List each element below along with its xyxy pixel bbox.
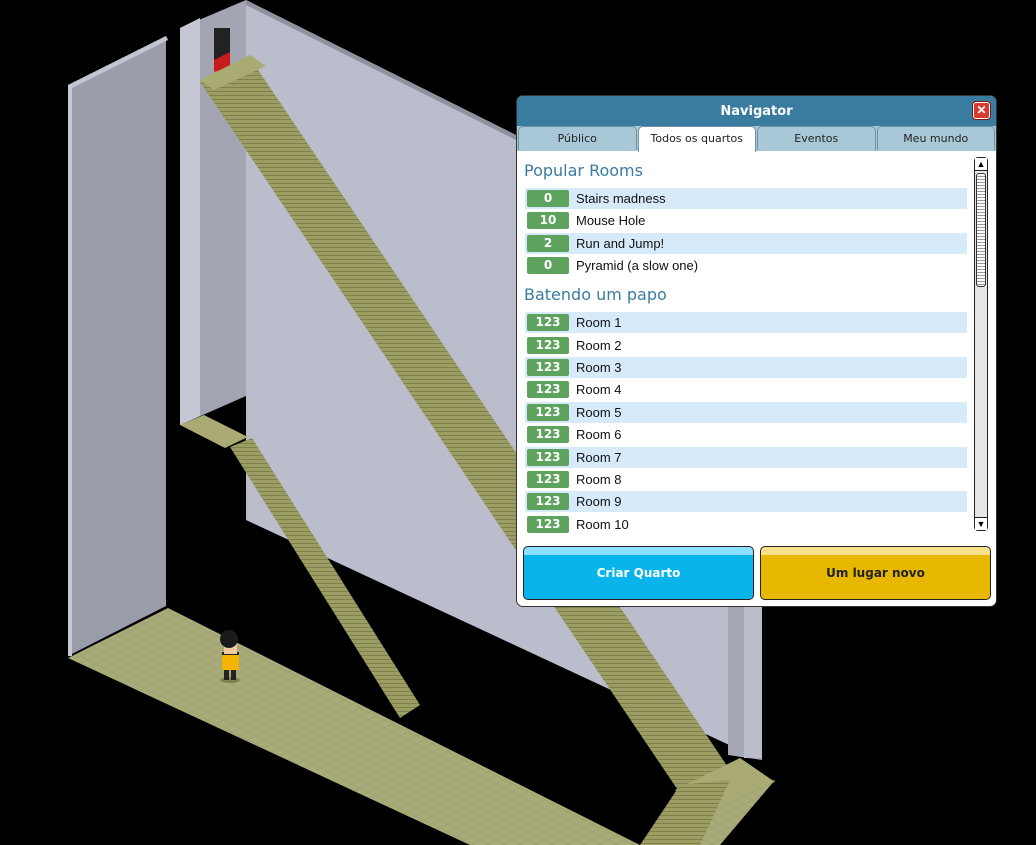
tab-publico[interactable]: Público [518, 126, 637, 150]
user-count-badge: 123 [527, 403, 569, 421]
left-wall [68, 36, 166, 656]
user-count-badge: 123 [527, 426, 569, 444]
room-row[interactable]: 10 Mouse Hole [525, 210, 967, 231]
user-count-badge: 123 [527, 314, 569, 332]
navigator-tabs: Público Todos os quartos Eventos Meu mun… [517, 126, 996, 152]
room-row[interactable]: 123 Room 7 [525, 446, 967, 468]
room-row[interactable]: 123 Room 10 [525, 514, 967, 533]
room-name: Room 8 [576, 471, 622, 487]
room-name: Room 7 [576, 449, 622, 465]
room-list-scrollbar[interactable]: ▲ ▼ [974, 157, 988, 531]
close-icon[interactable]: ✕ [972, 101, 991, 120]
room-name: Room 5 [576, 404, 622, 420]
room-name: Room 6 [576, 427, 622, 443]
user-count-badge: 0 [527, 257, 569, 275]
tab-eventos[interactable]: Eventos [757, 126, 876, 150]
section-title-batendo-um-papo: Batendo um papo [524, 285, 667, 305]
room-row[interactable]: 123 Room 9 [525, 491, 967, 513]
new-place-button[interactable]: Um lugar novo [760, 546, 991, 600]
navigator-header[interactable]: Navigator ✕ [517, 96, 996, 126]
center-pillar-face [180, 18, 200, 425]
navigator-window[interactable]: Navigator ✕ Público Todos os quartos Eve… [516, 95, 997, 607]
room-row[interactable]: 123 Room 8 [525, 469, 967, 490]
room-row[interactable]: 123 Room 1 [525, 312, 967, 334]
room-name: Room 9 [576, 494, 622, 510]
user-count-badge: 2 [527, 234, 569, 252]
user-count-badge: 10 [527, 212, 569, 230]
user-count-badge: 123 [527, 336, 569, 354]
room-row[interactable]: 0 Pyramid (a slow one) [525, 255, 967, 276]
user-count-badge: 0 [527, 190, 569, 207]
room-row[interactable]: 2 Run and Jump! [525, 232, 967, 254]
room-name: Room 2 [576, 337, 622, 353]
user-count-badge: 123 [527, 470, 569, 488]
scroll-up-icon[interactable]: ▲ [975, 158, 987, 171]
room-row[interactable]: 123 Room 6 [525, 424, 967, 445]
room-name: Room 3 [576, 359, 622, 375]
tab-todos-os-quartos[interactable]: Todos os quartos [637, 126, 756, 152]
scroll-down-icon[interactable]: ▼ [975, 517, 987, 530]
room-name: Room 10 [576, 516, 629, 532]
room-row[interactable]: 123 Room 2 [525, 335, 967, 356]
left-wall-side [68, 85, 72, 656]
room-list[interactable]: Popular Rooms 0 Stairs madness 10 Mouse … [517, 151, 975, 533]
room-row[interactable]: 123 Room 3 [525, 356, 967, 378]
scroll-thumb[interactable] [976, 173, 986, 287]
user-count-badge: 123 [527, 381, 569, 399]
room-row[interactable]: 0 Stairs madness [525, 188, 967, 209]
room-row[interactable]: 123 Room 4 [525, 379, 967, 400]
section-title-popular-rooms: Popular Rooms [524, 161, 643, 180]
user-count-badge: 123 [527, 448, 569, 466]
navigator-title: Navigator [720, 104, 793, 119]
room-name: Pyramid (a slow one) [576, 258, 699, 274]
tab-meu-mundo[interactable]: Meu mundo [876, 126, 995, 150]
room-name: Run and Jump! [576, 235, 665, 251]
user-count-badge: 123 [527, 358, 569, 376]
room-name: Stairs madness [576, 191, 666, 206]
create-room-button[interactable]: Criar Quarto [523, 546, 754, 600]
room-row[interactable]: 123 Room 5 [525, 401, 967, 423]
room-name: Mouse Hole [576, 213, 646, 229]
room-name: Room 4 [576, 382, 622, 398]
user-count-badge: 123 [527, 515, 569, 533]
user-count-badge: 123 [527, 493, 569, 511]
room-name: Room 1 [576, 315, 622, 331]
